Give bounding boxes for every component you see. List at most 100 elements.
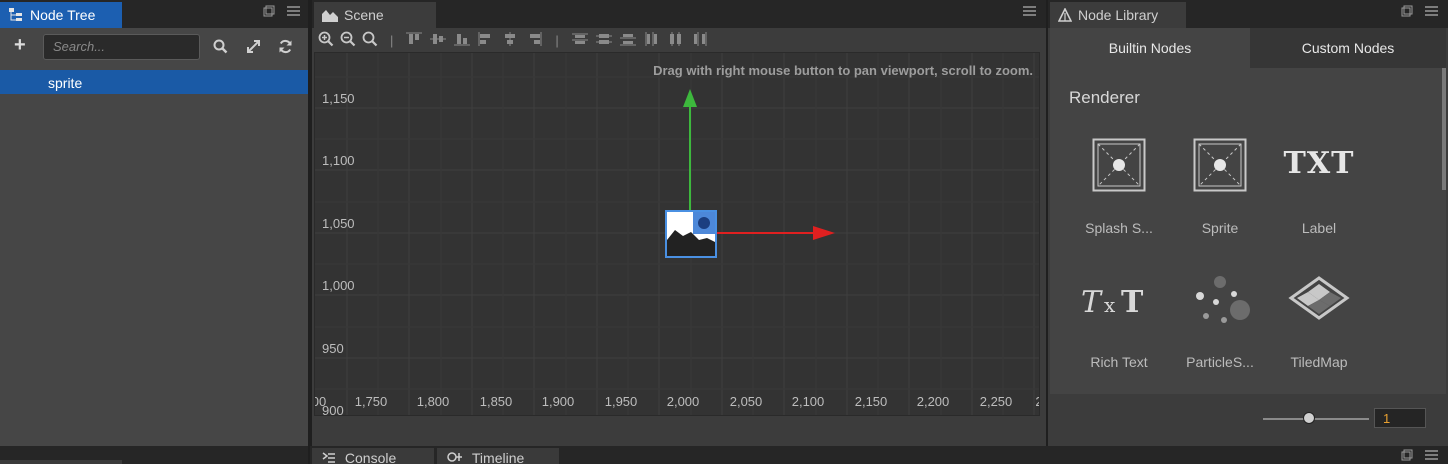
- popout-icon[interactable]: [1401, 5, 1413, 20]
- distribute-top-icon[interactable]: [571, 31, 589, 50]
- svg-text:T: T: [1081, 285, 1103, 320]
- tab-label: Console: [344, 450, 397, 464]
- x-tick-label: 1,850: [479, 394, 513, 409]
- sprite-node[interactable]: [665, 210, 717, 258]
- item-label: Label: [1301, 220, 1337, 236]
- svg-text:x: x: [1104, 293, 1116, 317]
- tab-custom-nodes[interactable]: Custom Nodes: [1250, 28, 1446, 69]
- tab-timeline[interactable]: Timeline: [437, 448, 559, 464]
- item-label: Splash S...: [1085, 220, 1153, 236]
- align-vcenter-icon[interactable]: [429, 31, 447, 50]
- node-library-panel: Node Library Builtin Nodes Custom Nodes …: [1048, 0, 1448, 446]
- x-tick-label: 1,900: [541, 394, 575, 409]
- library-footer: 1: [1050, 394, 1446, 446]
- tab-scene[interactable]: Scene: [314, 2, 436, 28]
- toolbar-separator: |: [390, 32, 394, 48]
- add-node-button[interactable]: +: [14, 34, 26, 57]
- node-tree-header-icons: [263, 5, 300, 20]
- slider-thumb[interactable]: [1303, 412, 1315, 424]
- scene-viewport[interactable]: Drag with right mouse button to pan view…: [314, 52, 1040, 416]
- rich-text-icon: T x T: [1081, 285, 1144, 320]
- distribute-vcenter-icon[interactable]: [595, 31, 613, 50]
- distribute-bottom-icon[interactable]: [619, 31, 637, 50]
- align-right-icon[interactable]: [525, 31, 543, 50]
- x-tick-label: 2,250: [979, 394, 1013, 409]
- library-item-sprite[interactable]: Sprite: [1175, 138, 1265, 248]
- align-top-icon[interactable]: [405, 31, 423, 50]
- item-label: Rich Text: [1090, 354, 1148, 370]
- library-scrollbar[interactable]: [1442, 68, 1446, 190]
- zoom-in-icon[interactable]: [318, 31, 334, 50]
- menu-icon[interactable]: [1023, 5, 1036, 20]
- library-content: Renderer Splash S... Sprite TXT Label T …: [1050, 68, 1446, 394]
- x-tick-label: 00: [315, 394, 327, 409]
- align-hcenter-icon[interactable]: [501, 31, 519, 50]
- tab-label: Node Library: [1078, 7, 1159, 23]
- align-bottom-icon[interactable]: [453, 31, 471, 50]
- scene-tabbar: Scene: [312, 0, 1046, 28]
- tab-label: Timeline: [471, 450, 525, 464]
- particle-system-icon: [1196, 276, 1250, 323]
- library-subtabs: Builtin Nodes Custom Nodes: [1050, 28, 1446, 69]
- sprite-icon: [1193, 138, 1247, 192]
- expand-icon[interactable]: [246, 39, 261, 57]
- x-tick-label: 2,050: [729, 394, 763, 409]
- refresh-icon[interactable]: [278, 39, 293, 57]
- library-item-rich-text[interactable]: T x T Rich Text: [1074, 272, 1164, 382]
- item-label: ParticleS...: [1186, 354, 1254, 370]
- y-tick-label: 1,100: [322, 153, 355, 168]
- tab-node-tree[interactable]: Node Tree: [0, 2, 122, 28]
- section-title-renderer: Renderer: [1069, 88, 1140, 107]
- tab-label: Scene: [344, 7, 384, 23]
- scene-header-icons: [1023, 5, 1036, 20]
- popout-icon[interactable]: [263, 5, 275, 20]
- node-tree-tabbar: Node Tree: [0, 0, 308, 28]
- x-tick-label: 1,800: [416, 394, 450, 409]
- scene-toolbar: | |: [312, 28, 1046, 52]
- node-tree-panel: Node Tree + Search... sprite: [0, 0, 308, 446]
- menu-icon[interactable]: [1425, 449, 1438, 464]
- library-item-particle-system[interactable]: ParticleS...: [1175, 272, 1265, 382]
- library-tabbar: Node Library: [1048, 0, 1448, 28]
- x-tick-label: 2,100: [791, 394, 825, 409]
- svg-text:T: T: [1121, 285, 1144, 320]
- left-bottom-tab[interactable]: [0, 460, 122, 464]
- icon-size-input[interactable]: 1: [1374, 408, 1426, 428]
- tree-node-sprite[interactable]: sprite: [0, 70, 308, 94]
- library-item-splash-sprite[interactable]: Splash S...: [1074, 138, 1164, 248]
- node-tree-toolbar: + Search...: [0, 28, 308, 68]
- tab-label: Node Tree: [30, 7, 96, 23]
- tiledmap-icon: [1288, 276, 1350, 320]
- zoom-reset-icon[interactable]: [362, 31, 378, 50]
- distribute-left-icon[interactable]: [643, 31, 661, 50]
- menu-icon[interactable]: [287, 5, 300, 20]
- bottom-tabbar: Console Timeline: [310, 446, 1448, 464]
- library-item-label[interactable]: TXT Label: [1274, 138, 1364, 248]
- x-tick-label: 1,950: [604, 394, 638, 409]
- image-placeholder-icon: [667, 212, 715, 256]
- left-bottom-strip: [0, 446, 308, 464]
- x-tick-label: 1,750: [354, 394, 388, 409]
- y-tick-label: 1,150: [322, 91, 355, 106]
- search-input[interactable]: Search...: [43, 34, 200, 60]
- x-tick-label: 2,150: [854, 394, 888, 409]
- splash-sprite-icon: [1092, 138, 1146, 192]
- tab-builtin-nodes[interactable]: Builtin Nodes: [1050, 28, 1250, 68]
- tab-node-library[interactable]: Node Library: [1050, 2, 1186, 28]
- x-tick-label: 2,200: [916, 394, 950, 409]
- distribute-right-icon[interactable]: [691, 31, 709, 50]
- distribute-hcenter-icon[interactable]: [667, 31, 685, 50]
- menu-icon[interactable]: [1425, 5, 1438, 20]
- item-label: TiledMap: [1290, 354, 1348, 370]
- zoom-out-icon[interactable]: [340, 31, 356, 50]
- search-icon[interactable]: [213, 39, 228, 57]
- x-tick-label: 2: [1035, 394, 1039, 409]
- icon-size-slider[interactable]: [1263, 412, 1369, 424]
- hierarchy-icon: [8, 7, 24, 23]
- popout-icon[interactable]: [1401, 449, 1413, 464]
- tab-console[interactable]: Console: [312, 448, 434, 464]
- y-tick-label: 950: [322, 341, 344, 356]
- library-icon: [1058, 8, 1072, 22]
- library-item-tiledmap[interactable]: TiledMap: [1274, 272, 1364, 382]
- align-left-icon[interactable]: [477, 31, 495, 50]
